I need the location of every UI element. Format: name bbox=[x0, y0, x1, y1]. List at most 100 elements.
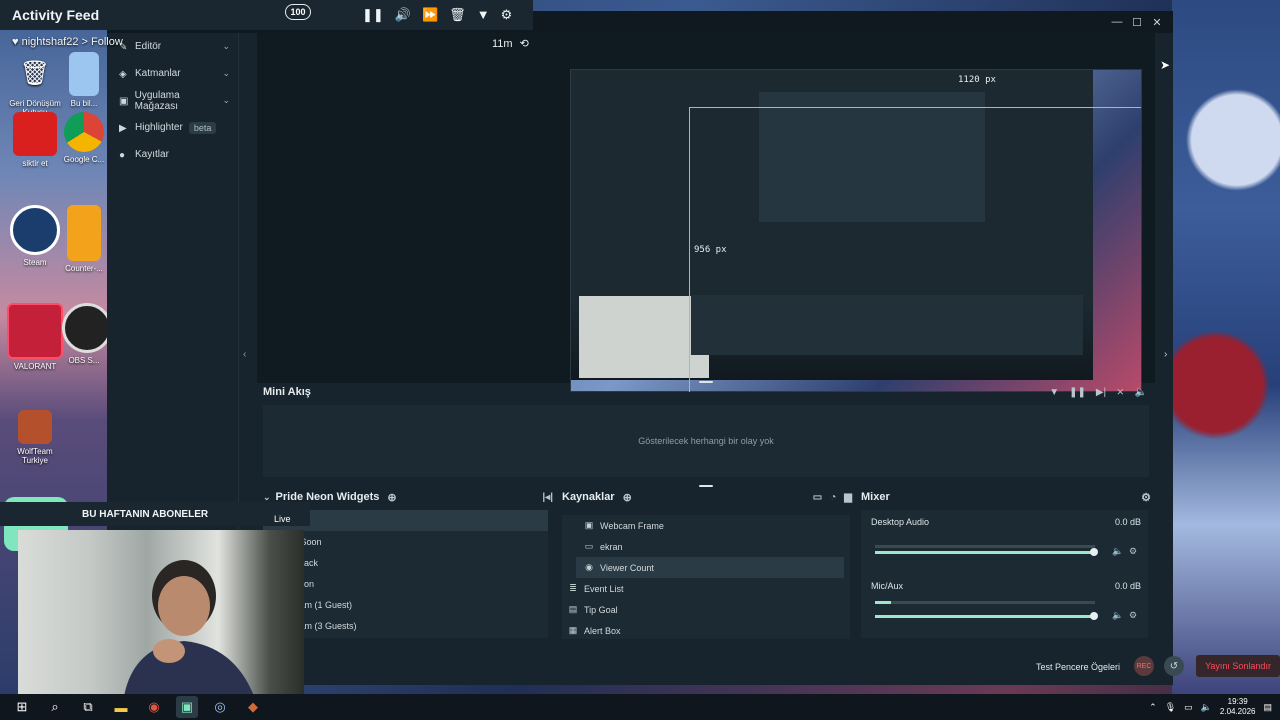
minimize-icon[interactable]: — bbox=[1107, 16, 1127, 28]
siktir-et-desktop-icon[interactable]: siktir et bbox=[5, 112, 65, 168]
volume-slider-knob[interactable] bbox=[1090, 612, 1098, 620]
list-item[interactable]: t Back bbox=[263, 552, 548, 573]
volume-slider-knob[interactable] bbox=[1090, 548, 1098, 556]
filter-icon[interactable]: ▼ bbox=[477, 7, 490, 23]
clock[interactable]: 19:39 2.04.2026 bbox=[1220, 697, 1256, 717]
obs-icon bbox=[62, 303, 112, 353]
volume-icon[interactable]: 🔊 bbox=[395, 7, 411, 23]
notification-icon[interactable]: ▤ bbox=[1263, 702, 1272, 713]
speaker-icon[interactable]: 🔈 bbox=[1112, 546, 1123, 557]
search-icon[interactable]: ⌕ bbox=[44, 696, 66, 718]
chevron-down-icon[interactable]: ⌄ bbox=[263, 492, 271, 503]
event-time-label: 11m bbox=[492, 38, 513, 50]
chevron-down-icon: ⌄ bbox=[222, 95, 230, 105]
nav-item-editor[interactable]: ✎ Editör ⌄ bbox=[107, 33, 238, 60]
start-icon[interactable]: ⊞ bbox=[11, 696, 33, 718]
replay-buffer-icon[interactable]: ↺ bbox=[1164, 656, 1184, 676]
chevron-down-icon: ⌄ bbox=[222, 41, 230, 51]
folder-icon[interactable]: ▆ bbox=[844, 492, 852, 503]
gear-icon[interactable]: ⚙ bbox=[1129, 610, 1137, 621]
skip-icon[interactable]: ⏩ bbox=[422, 7, 438, 23]
speaker-icon[interactable]: ◔ bbox=[830, 492, 836, 503]
preview-height-label: 956 px bbox=[694, 245, 727, 255]
preview-area[interactable]: 1120 px 956 px bbox=[257, 33, 1155, 392]
mixer-channel-mic-aux: Mic/Aux 0.0 dB bbox=[871, 581, 1141, 591]
activity-feed-bar: Activity Feed ❚❚ 🔊 ⏩ 🗑 ▼ ⚙ bbox=[0, 0, 533, 30]
maximize-icon[interactable]: ☐ bbox=[1127, 16, 1147, 29]
recycle-bin-icon: 🗑 bbox=[19, 60, 51, 87]
volume-slider[interactable] bbox=[875, 615, 1094, 618]
gear-icon[interactable]: ⚙ bbox=[1129, 546, 1137, 557]
chrome-desktop-icon[interactable]: Google C... bbox=[62, 112, 106, 164]
chrome-icon[interactable]: ◉ bbox=[143, 696, 165, 718]
stream-preview[interactable]: 1120 px 956 px bbox=[570, 69, 1142, 392]
list-item[interactable]: g Soon bbox=[263, 531, 548, 552]
list-item[interactable]: Soon bbox=[263, 573, 548, 594]
pause-icon[interactable]: ❚❚ bbox=[1069, 387, 1086, 398]
trash-icon[interactable]: 🗑 bbox=[449, 7, 466, 23]
nav-item-highlighter[interactable]: ▶ Highlighter beta bbox=[107, 114, 238, 141]
filter-icon[interactable]: ▼ bbox=[1049, 387, 1059, 398]
streamer-image bbox=[124, 560, 254, 696]
add-folder-icon[interactable]: ▭ bbox=[813, 492, 822, 503]
alert-icon: ▦ bbox=[568, 625, 578, 635]
steam-desktop-icon[interactable]: Steam bbox=[5, 205, 65, 267]
source-item-ekran[interactable]: ▭ ekran bbox=[562, 536, 850, 557]
subscribers-count: 100 bbox=[290, 7, 306, 17]
source-item-webcam-frame[interactable]: ▣ Webcam Frame bbox=[562, 515, 850, 536]
network-icon[interactable]: ▭ bbox=[1184, 702, 1193, 713]
skip-icon[interactable]: ▶| bbox=[1096, 387, 1106, 398]
channel-name: Desktop Audio bbox=[871, 517, 930, 527]
collapse-right-icon[interactable]: › bbox=[1164, 349, 1167, 360]
mute-alerts-icon[interactable]: ⨯ bbox=[1116, 387, 1124, 398]
pause-icon[interactable]: ❚❚ bbox=[362, 7, 384, 23]
source-item-viewer-count[interactable]: ◉ Viewer Count bbox=[576, 557, 844, 578]
task-view-icon[interactable]: ⧉ bbox=[77, 696, 99, 718]
latest-event: ♥ nightshaf22 > Follow bbox=[12, 36, 123, 48]
volume-slider[interactable] bbox=[875, 551, 1094, 554]
repeat-icon[interactable]: ⟲ bbox=[520, 38, 529, 50]
add-source-icon[interactable]: ⊕ bbox=[623, 491, 632, 504]
wolfteam-icon[interactable]: ◆ bbox=[242, 696, 264, 718]
source-item-tip-goal[interactable]: ▤ Tip Goal bbox=[562, 599, 850, 620]
collapse-dock-icon[interactable]: |◂| bbox=[542, 492, 553, 503]
gear-icon[interactable]: ⚙ bbox=[501, 7, 513, 23]
add-widget-icon[interactable]: ⊕ bbox=[387, 491, 396, 504]
file-explorer-icon[interactable]: ▬ bbox=[110, 696, 132, 718]
record-button[interactable]: REC bbox=[1134, 656, 1154, 676]
recycle-bin-desktop-icon[interactable]: 🗑 Geri Dönüşüm Kutusu bbox=[5, 52, 65, 117]
counter-strike-desktop-icon[interactable]: Counter-... bbox=[62, 205, 106, 273]
collapse-left-icon[interactable]: ‹ bbox=[243, 349, 246, 360]
list-item[interactable]: Cam (1 Guest) bbox=[263, 594, 548, 615]
event-text: nightshaf22 > Follow bbox=[21, 36, 123, 48]
source-item-alert-box[interactable]: ▦ Alert Box bbox=[562, 620, 850, 641]
subscribers-title: BU HAFTANIN ABONELER bbox=[82, 508, 209, 520]
valorant-desktop-icon[interactable]: VALORANT bbox=[5, 303, 65, 371]
source-label: Webcam Frame bbox=[600, 520, 664, 531]
source-item-event-list[interactable]: ≣ Event List bbox=[562, 578, 850, 599]
this-pc-desktop-icon[interactable]: Bu bil... bbox=[62, 52, 106, 108]
channel-db: 0.0 dB bbox=[1114, 581, 1141, 591]
end-stream-button[interactable]: Yayını Sonlandır bbox=[1196, 655, 1280, 677]
layers-icon: ◈ bbox=[119, 68, 127, 80]
obs-desktop-icon[interactable]: OBS S... bbox=[62, 303, 112, 365]
volume-icon[interactable]: 🔈 bbox=[1201, 702, 1212, 713]
nav-item-recordings[interactable]: ● Kayıtlar bbox=[107, 141, 238, 168]
close-icon[interactable]: ✕ bbox=[1147, 16, 1167, 29]
steam-icon[interactable]: ◎ bbox=[209, 696, 231, 718]
volume-icon[interactable]: 🔈 bbox=[1135, 387, 1147, 398]
resize-handle-docks[interactable] bbox=[699, 485, 713, 487]
nav-item-app-store[interactable]: ▣ Uygulama Mağazası ⌄ bbox=[107, 87, 238, 114]
mic-icon[interactable]: 🎙 bbox=[1165, 702, 1176, 713]
list-item[interactable]: Cam (3 Guests) bbox=[263, 615, 548, 636]
speaker-icon[interactable]: 🔈 bbox=[1112, 610, 1123, 621]
recordings-icon: ● bbox=[119, 149, 126, 161]
record-label: REC bbox=[1136, 662, 1152, 670]
nested-docks bbox=[691, 295, 1083, 355]
source-label: Alert Box bbox=[584, 625, 621, 636]
nav-item-layers[interactable]: ◈ Katmanlar ⌄ bbox=[107, 60, 238, 87]
streamlabs-icon[interactable]: ▣ bbox=[176, 696, 198, 718]
wolfteam-desktop-icon[interactable]: WolfTeam Turkiye bbox=[5, 410, 65, 465]
gear-icon[interactable]: ⚙ bbox=[1141, 491, 1151, 504]
chevron-up-icon[interactable]: ⌃ bbox=[1149, 702, 1157, 713]
